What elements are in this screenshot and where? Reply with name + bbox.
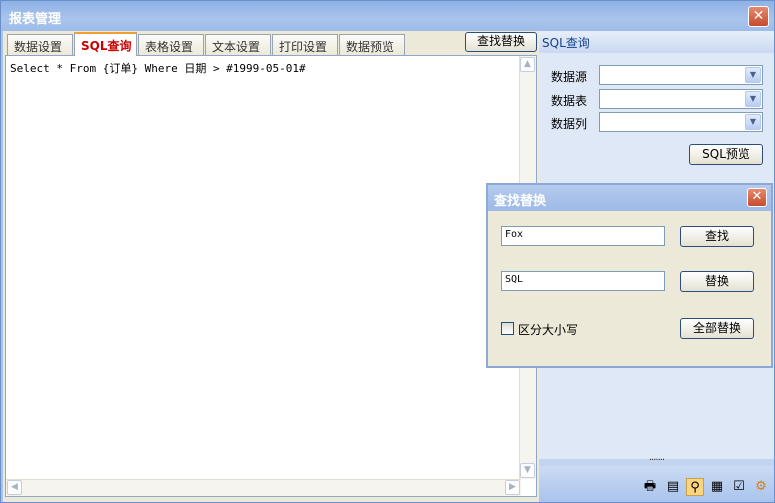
replace-button[interactable]: 替换 (680, 271, 754, 292)
dialog-body: Fox 查找 SQL 替换 区分大小写 全部替换 (491, 211, 768, 364)
left-pane: 数据设置 SQL查询 表格设置 文本设置 打印设置 数据预览 查找替换 Sele… (3, 31, 539, 502)
replace-all-button[interactable]: 全部替换 (680, 318, 754, 339)
find-button[interactable]: 查找 (680, 226, 754, 247)
tab-print-settings[interactable]: 打印设置 (272, 34, 338, 55)
chevron-down-icon[interactable]: ▼ (745, 114, 761, 130)
table-icon[interactable]: ▦ (708, 478, 726, 496)
title-bar[interactable]: 报表管理 ✕ (1, 1, 774, 31)
close-icon: ✕ (752, 8, 765, 24)
sql-preview-button[interactable]: SQL预览 (689, 144, 763, 165)
case-sensitive-label: 区分大小写 (518, 323, 579, 337)
tab-table-settings[interactable]: 表格设置 (138, 34, 204, 55)
scroll-right-icon[interactable]: ▶ (505, 480, 520, 495)
window-title: 报表管理 (9, 12, 62, 27)
find-replace-dialog: 查找替换 ✕ Fox 查找 SQL 替换 区分大小写 全部替换 (486, 183, 773, 368)
datatable-select[interactable]: ▼ (599, 89, 763, 109)
scroll-down-icon[interactable]: ▼ (520, 463, 535, 478)
close-button[interactable]: ✕ (748, 6, 769, 27)
close-icon: ✕ (751, 189, 763, 204)
datatable-label: 数据表 (551, 94, 588, 108)
report-manager-window: 报表管理 ✕ 数据设置 SQL查询 表格设置 文本设置 打印设置 数据预览 查找… (0, 0, 775, 503)
search-icon[interactable]: ⚲ (686, 478, 704, 496)
datacolumn-select[interactable]: ▼ (599, 112, 763, 132)
print-icon[interactable]: 🖶 (641, 478, 659, 496)
panel-splitter[interactable]: ······· (539, 456, 774, 466)
tab-data-settings[interactable]: 数据设置 (7, 34, 73, 55)
datasource-label: 数据源 (551, 70, 588, 84)
find-input[interactable]: Fox (501, 226, 665, 246)
sql-editor-text[interactable]: Select * From {订单} Where 日期 > #1999-05-0… (10, 60, 306, 76)
dialog-title-bar[interactable]: 查找替换 ✕ (488, 185, 771, 211)
scroll-up-icon[interactable]: ▲ (520, 57, 535, 72)
datasource-select[interactable]: ▼ (599, 65, 763, 85)
horizontal-scrollbar[interactable]: ◀ ▶ (6, 479, 521, 496)
chevron-down-icon[interactable]: ▼ (745, 67, 761, 83)
checklist-icon[interactable]: ☑ (730, 478, 748, 496)
document-icon[interactable]: ▤ (664, 478, 682, 496)
scroll-left-icon[interactable]: ◀ (7, 480, 22, 495)
case-sensitive-checkbox[interactable] (501, 322, 514, 335)
tab-text-settings[interactable]: 文本设置 (205, 34, 271, 55)
sql-panel-header: SQL查询 (539, 31, 774, 53)
tab-data-preview[interactable]: 数据预览 (339, 34, 405, 55)
find-replace-button[interactable]: 查找替换 (465, 32, 537, 52)
replace-input[interactable]: SQL (501, 271, 665, 291)
dialog-close-button[interactable]: ✕ (747, 188, 767, 207)
chevron-down-icon[interactable]: ▼ (745, 91, 761, 107)
gear-icon[interactable]: ⚙ (752, 478, 770, 496)
bottom-toolbar: 🖶 ▤ ⚲ ▦ ☑ ⚙ (539, 466, 774, 502)
datacolumn-label: 数据列 (551, 117, 588, 131)
dialog-title: 查找替换 (494, 194, 547, 209)
sql-editor[interactable]: Select * From {订单} Where 日期 > #1999-05-0… (5, 55, 537, 497)
tab-sql-query[interactable]: SQL查询 (74, 32, 137, 56)
